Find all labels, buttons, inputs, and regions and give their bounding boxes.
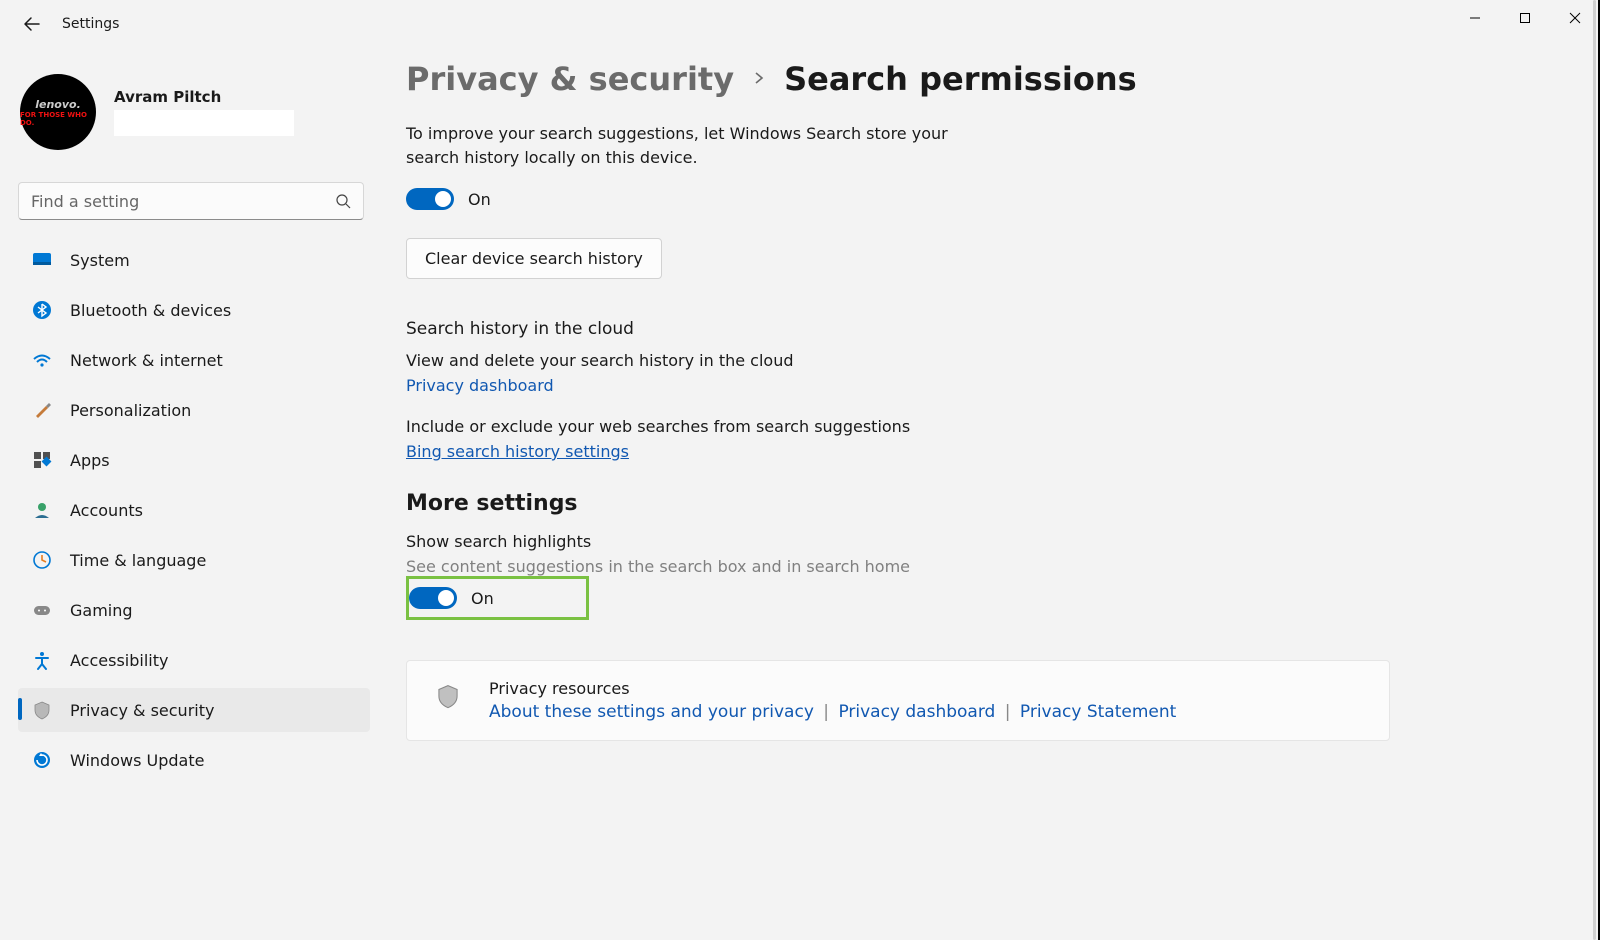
shield-icon <box>435 683 461 709</box>
breadcrumb-current: Search permissions <box>784 60 1137 98</box>
cloud-line2: Include or exclude your web searches fro… <box>406 417 1570 436</box>
accessibility-icon <box>32 650 52 670</box>
search-history-toggle[interactable] <box>406 188 454 210</box>
search-history-toggle-state: On <box>468 190 491 209</box>
sidebar-item-network[interactable]: Network & internet <box>18 338 370 382</box>
profile-block[interactable]: lenovo.FOR THOSE WHO DO. Avram Piltch <box>18 64 370 168</box>
cloud-line1: View and delete your search history in t… <box>406 351 1570 370</box>
profile-name: Avram Piltch <box>114 88 294 106</box>
privacy-statement-link[interactable]: Privacy Statement <box>1020 702 1176 722</box>
search-highlights-toggle-state: On <box>471 589 494 608</box>
highlights-title: Show search highlights <box>406 532 1570 551</box>
breadcrumb-parent[interactable]: Privacy & security <box>406 60 734 98</box>
search-settings[interactable] <box>18 182 364 220</box>
sidebar-item-windows-update[interactable]: Windows Update <box>18 738 370 782</box>
scrollbar[interactable] <box>1593 0 1596 940</box>
search-input[interactable] <box>31 192 335 211</box>
minimize-button[interactable] <box>1450 0 1500 36</box>
sidebar-item-apps[interactable]: Apps <box>18 438 370 482</box>
shield-icon <box>32 700 52 720</box>
sidebar-item-gaming[interactable]: Gaming <box>18 588 370 632</box>
more-settings-heading: More settings <box>406 491 1570 516</box>
gaming-icon <box>32 600 52 620</box>
bing-history-link[interactable]: Bing search history settings <box>406 442 1570 461</box>
maximize-button[interactable] <box>1500 0 1550 36</box>
app-title: Settings <box>62 16 119 32</box>
clock-globe-icon <box>32 550 52 570</box>
sidebar-item-accounts[interactable]: Accounts <box>18 488 370 532</box>
sidebar-item-time-language[interactable]: Time & language <box>18 538 370 582</box>
back-button[interactable] <box>22 14 42 34</box>
sidebar-item-personalization[interactable]: Personalization <box>18 388 370 432</box>
clear-history-button[interactable]: Clear device search history <box>406 238 662 279</box>
avatar: lenovo.FOR THOSE WHO DO. <box>20 74 96 150</box>
chevron-right-icon <box>752 70 766 89</box>
cloud-heading: Search history in the cloud <box>406 319 1570 339</box>
wifi-icon <box>32 350 52 370</box>
update-icon <box>32 750 52 770</box>
accounts-icon <box>32 500 52 520</box>
apps-icon <box>32 450 52 470</box>
privacy-dashboard-link-2[interactable]: Privacy dashboard <box>838 702 995 722</box>
sidebar-item-system[interactable]: System <box>18 238 370 282</box>
breadcrumb: Privacy & security Search permissions <box>406 60 1570 98</box>
resources-title: Privacy resources <box>489 679 1176 698</box>
search-highlights-toggle[interactable] <box>409 587 457 609</box>
highlights-sub: See content suggestions in the search bo… <box>406 557 1570 576</box>
paintbrush-icon <box>32 400 52 420</box>
profile-subline <box>114 110 294 136</box>
sidebar-item-privacy-security[interactable]: Privacy & security <box>18 688 370 732</box>
history-local-description: To improve your search suggestions, let … <box>406 122 976 170</box>
system-icon <box>32 250 52 270</box>
bluetooth-icon <box>32 300 52 320</box>
highlights-callout: On <box>406 576 589 620</box>
sidebar-item-accessibility[interactable]: Accessibility <box>18 638 370 682</box>
privacy-dashboard-link[interactable]: Privacy dashboard <box>406 376 1570 395</box>
sidebar-item-bluetooth[interactable]: Bluetooth & devices <box>18 288 370 332</box>
privacy-resources-card: Privacy resources About these settings a… <box>406 660 1390 741</box>
about-settings-privacy-link[interactable]: About these settings and your privacy <box>489 702 814 722</box>
search-icon <box>335 193 351 209</box>
